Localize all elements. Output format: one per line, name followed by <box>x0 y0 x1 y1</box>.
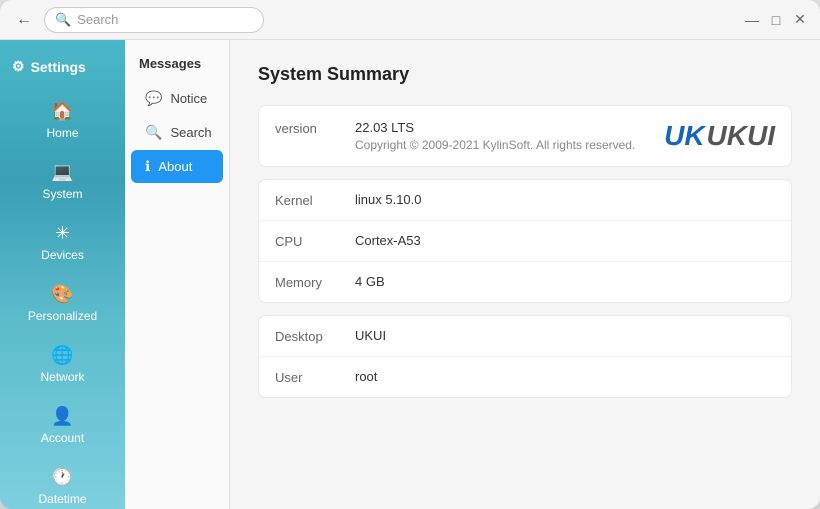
sidebar-item-home[interactable]: 🏠 Home <box>6 91 119 148</box>
sidebar-item-personalized[interactable]: 🎨 Personalized <box>6 274 119 331</box>
datetime-icon: 🕐 <box>51 467 73 488</box>
secondary-sidebar: Messages 💬 Notice 🔍 Search ℹ About <box>125 40 230 509</box>
app-title-label: Settings <box>31 59 86 75</box>
sidebar-label-home: Home <box>46 126 78 140</box>
desktop-value: UKUI <box>355 328 386 343</box>
back-button[interactable]: ← <box>12 8 36 32</box>
ukui-word-text: UKUI <box>707 120 775 152</box>
settings-window: ← 🔍 Search — □ ✕ ⚙ Settings 🏠 Home � <box>0 0 820 509</box>
home-icon: 🏠 <box>51 101 73 122</box>
search-secondary-icon: 🔍 <box>145 124 162 141</box>
network-icon: 🌐 <box>51 345 73 366</box>
about-icon: ℹ <box>145 158 150 175</box>
user-row: User root <box>259 357 791 397</box>
copyright-text: Copyright © 2009-2021 KylinSoft. All rig… <box>355 138 635 152</box>
sidebar-label-datetime: Datetime <box>38 492 86 506</box>
secondary-label-search: Search <box>170 125 211 140</box>
cpu-row: CPU Cortex-A53 <box>259 221 791 262</box>
back-icon: ← <box>16 11 32 29</box>
main-content: System Summary version 22.03 LTS Copyrig… <box>230 40 820 509</box>
search-icon: 🔍 <box>55 12 71 28</box>
sidebar-item-devices[interactable]: ✳ Devices <box>6 213 119 270</box>
sidebar-item-system[interactable]: 💻 System <box>6 152 119 209</box>
system-icon: 💻 <box>51 162 73 183</box>
kernel-row: Kernel linux 5.10.0 <box>259 180 791 221</box>
version-value-block: 22.03 LTS Copyright © 2009-2021 KylinSof… <box>355 120 635 152</box>
close-button[interactable]: ✕ <box>792 12 808 28</box>
primary-sidebar: ⚙ Settings 🏠 Home 💻 System ✳ Devices 🎨 P… <box>0 40 125 509</box>
sidebar-label-personalized: Personalized <box>28 309 97 323</box>
account-icon: 👤 <box>51 406 73 427</box>
kernel-value: linux 5.10.0 <box>355 192 422 207</box>
version-label: version <box>275 120 355 136</box>
app-title-area: ⚙ Settings <box>0 48 125 89</box>
version-row: version 22.03 LTS Copyright © 2009-2021 … <box>259 106 791 166</box>
sidebar-label-devices: Devices <box>41 248 84 262</box>
sidebar-item-network[interactable]: 🌐 Network <box>6 335 119 392</box>
secondary-item-notice[interactable]: 💬 Notice <box>131 82 223 115</box>
memory-label: Memory <box>275 274 355 290</box>
sidebar-item-datetime[interactable]: 🕐 Datetime <box>6 457 119 509</box>
user-label: User <box>275 369 355 385</box>
sidebar-item-account[interactable]: 👤 Account <box>6 396 119 453</box>
devices-icon: ✳ <box>55 223 70 244</box>
version-value: 22.03 LTS <box>355 120 635 135</box>
kernel-label: Kernel <box>275 192 355 208</box>
titlebar-search-box[interactable]: 🔍 Search <box>44 7 264 33</box>
system-info-card: Kernel linux 5.10.0 CPU Cortex-A53 Memor… <box>258 179 792 303</box>
sidebar-label-network: Network <box>40 370 84 384</box>
notice-icon: 💬 <box>145 90 162 107</box>
sidebar-label-account: Account <box>41 431 84 445</box>
maximize-button[interactable]: □ <box>768 12 784 28</box>
secondary-item-about[interactable]: ℹ About <box>131 150 223 183</box>
titlebar-left: ← 🔍 Search <box>12 7 264 33</box>
titlebar-controls: — □ ✕ <box>744 12 808 28</box>
minimize-button[interactable]: — <box>744 12 760 28</box>
ukui-logo: UK UKUI <box>664 120 775 152</box>
ukui-uk-text: UK <box>664 120 704 152</box>
personalized-icon: 🎨 <box>51 284 73 305</box>
page-title: System Summary <box>258 64 792 85</box>
secondary-sidebar-header: Messages <box>125 52 229 81</box>
secondary-item-search[interactable]: 🔍 Search <box>131 116 223 149</box>
desktop-user-card: Desktop UKUI User root <box>258 315 792 398</box>
settings-icon: ⚙ <box>12 58 25 75</box>
secondary-label-notice: Notice <box>170 91 207 106</box>
cpu-value: Cortex-A53 <box>355 233 421 248</box>
user-value: root <box>355 369 377 384</box>
search-placeholder: Search <box>77 12 118 27</box>
desktop-row: Desktop UKUI <box>259 316 791 357</box>
cpu-label: CPU <box>275 233 355 249</box>
sidebar-label-system: System <box>42 187 82 201</box>
memory-value: 4 GB <box>355 274 385 289</box>
content-area: ⚙ Settings 🏠 Home 💻 System ✳ Devices 🎨 P… <box>0 40 820 509</box>
version-card: version 22.03 LTS Copyright © 2009-2021 … <box>258 105 792 167</box>
memory-row: Memory 4 GB <box>259 262 791 302</box>
desktop-label: Desktop <box>275 328 355 344</box>
titlebar: ← 🔍 Search — □ ✕ <box>0 0 820 40</box>
secondary-label-about: About <box>158 159 192 174</box>
